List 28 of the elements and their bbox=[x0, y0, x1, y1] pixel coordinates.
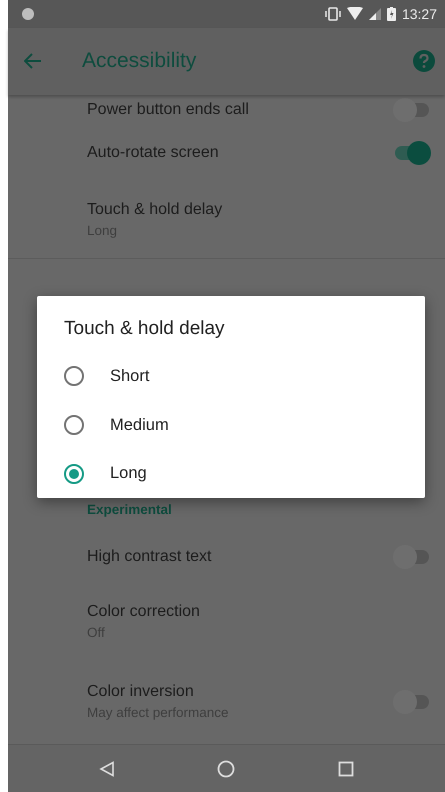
setting-title: Color inversion bbox=[87, 683, 195, 702]
radio-button[interactable] bbox=[64, 464, 84, 484]
setting-title: Auto-rotate screen bbox=[87, 144, 220, 162]
radio-button[interactable] bbox=[64, 415, 84, 435]
radio-option[interactable]: Long bbox=[37, 449, 425, 498]
radio-option[interactable]: Medium bbox=[37, 400, 425, 450]
back-icon[interactable] bbox=[99, 760, 116, 777]
setting-title: Color correction bbox=[87, 603, 201, 622]
dialog-title: Touch & hold delay bbox=[64, 318, 226, 340]
toggle-switch[interactable] bbox=[393, 140, 431, 165]
setting-title: High contrast text bbox=[87, 548, 212, 566]
clock-time: 13:27 bbox=[402, 6, 437, 22]
toggle-switch[interactable] bbox=[393, 690, 431, 714]
section-header: Experimental bbox=[87, 502, 172, 517]
radio-option[interactable]: Short bbox=[37, 352, 425, 401]
home-icon[interactable] bbox=[217, 760, 236, 778]
toggle-switch[interactable] bbox=[393, 98, 431, 122]
vibrate-icon bbox=[324, 6, 341, 21]
setting-title: Power button ends call bbox=[87, 100, 250, 119]
notification-dot-icon bbox=[22, 8, 34, 20]
setting-title: Touch & hold delay bbox=[87, 201, 224, 220]
screen-title: Accessibility bbox=[82, 49, 198, 74]
overview-icon[interactable] bbox=[338, 760, 354, 777]
radio-button[interactable] bbox=[64, 366, 84, 386]
toggle-switch[interactable] bbox=[393, 544, 431, 569]
signal-icon bbox=[368, 8, 381, 20]
wifi-icon bbox=[346, 7, 363, 20]
battery-icon bbox=[386, 6, 396, 21]
